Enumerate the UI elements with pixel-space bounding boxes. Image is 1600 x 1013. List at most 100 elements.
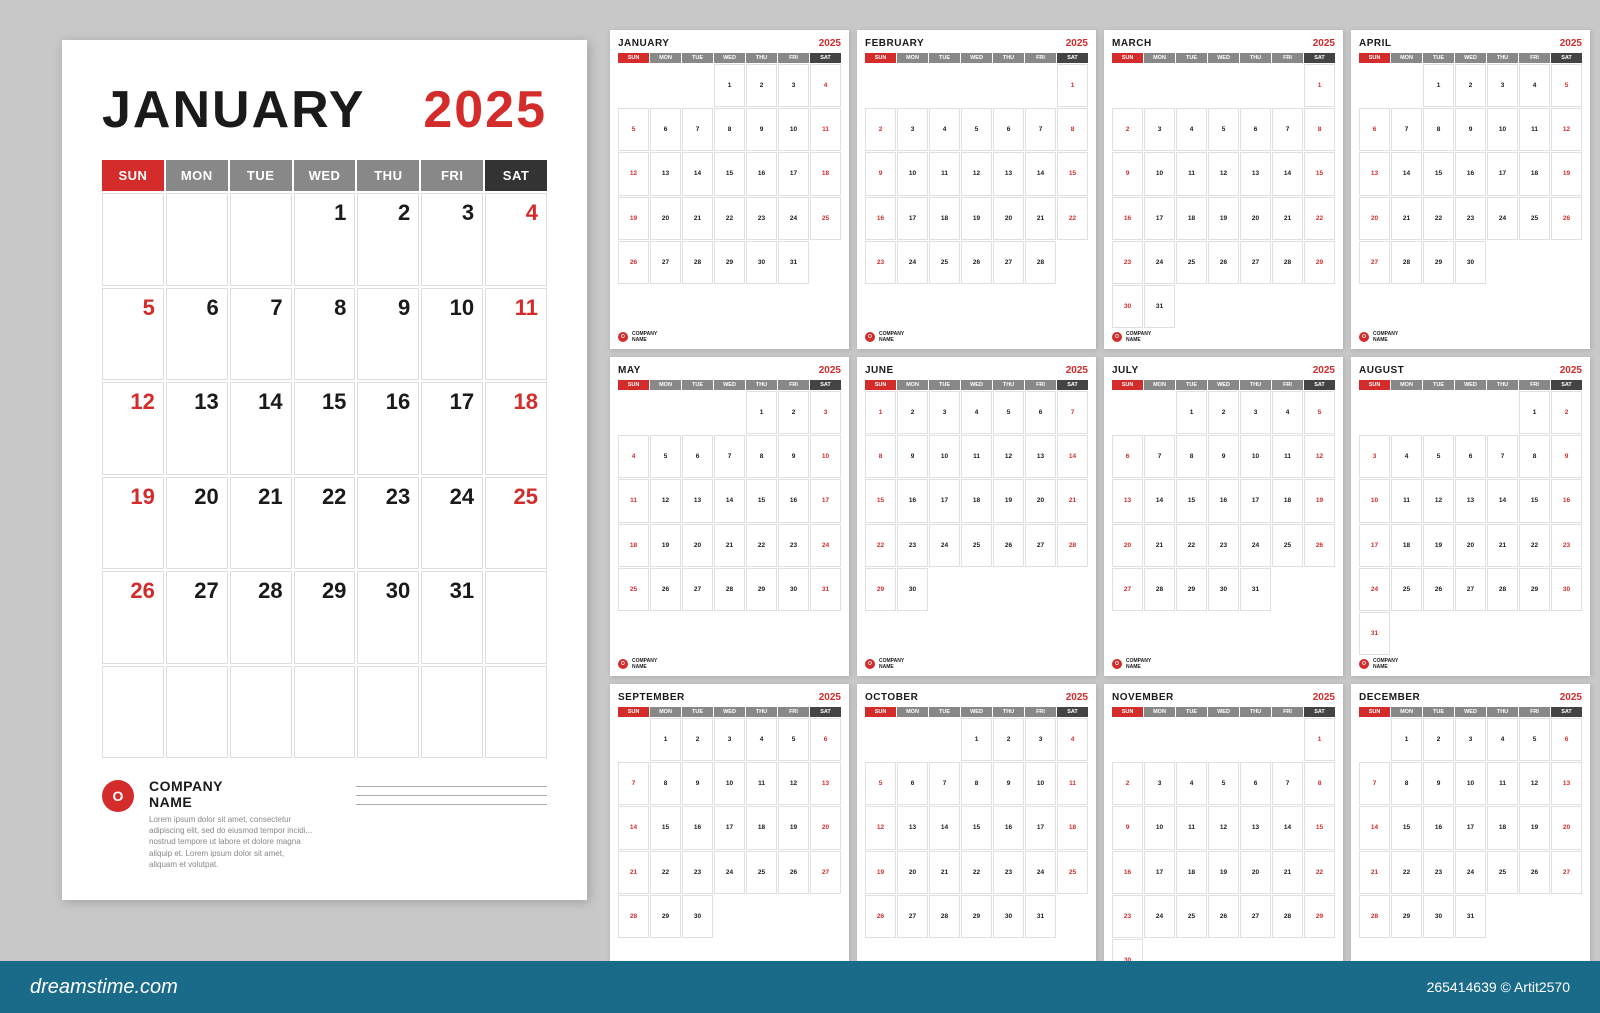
calendar-day: 8 xyxy=(294,288,356,381)
sm-day: 3 xyxy=(1144,108,1175,151)
calendar-day: 2 xyxy=(357,193,419,286)
sm-day: 16 xyxy=(1455,152,1486,195)
sm-day xyxy=(1057,241,1088,284)
sm-company-logo: O xyxy=(1112,659,1122,669)
sm-day: 14 xyxy=(682,152,713,195)
sm-day: 24 xyxy=(1359,568,1390,611)
sm-day: 31 xyxy=(1455,895,1486,938)
sm-day: 15 xyxy=(1304,806,1335,849)
sm-day-header: SUN xyxy=(1112,380,1143,390)
sm-day xyxy=(865,718,896,761)
sm-header: APRIL2025 xyxy=(1359,38,1582,49)
sm-day: 1 xyxy=(1423,64,1454,107)
calendar-day xyxy=(166,193,228,286)
sm-day: 21 xyxy=(929,851,960,894)
sm-day: 21 xyxy=(714,524,745,567)
sm-day: 28 xyxy=(714,568,745,611)
sm-calendar-body: 1234567891011121314151617181920212223242… xyxy=(1112,64,1335,328)
sm-day: 20 xyxy=(1551,806,1582,849)
sm-day-headers: SUNMONTUEWEDTHUFRISAT xyxy=(865,707,1088,717)
calendar-day: 10 xyxy=(421,288,483,381)
sm-day: 23 xyxy=(1208,524,1239,567)
sm-day xyxy=(1391,391,1422,434)
sm-company-logo: O xyxy=(865,332,875,342)
sm-day: 8 xyxy=(1519,435,1550,478)
sm-day: 19 xyxy=(1519,806,1550,849)
calendar-day: 31 xyxy=(421,571,483,664)
sm-day: 23 xyxy=(865,241,896,284)
calendar-day: 16 xyxy=(357,382,419,475)
sm-day: 22 xyxy=(650,851,681,894)
calendar-day: 15 xyxy=(294,382,356,475)
sm-day xyxy=(1144,612,1175,655)
sm-day xyxy=(1025,568,1056,611)
sm-day: 8 xyxy=(1304,108,1335,151)
sm-day: 25 xyxy=(1519,197,1550,240)
sm-day xyxy=(1272,568,1303,611)
sm-day: 26 xyxy=(618,241,649,284)
sm-day-header: WED xyxy=(714,707,745,717)
sm-day-header: FRI xyxy=(1272,380,1303,390)
sm-company-name: COMPANYNAME xyxy=(1126,331,1151,343)
sm-day: 9 xyxy=(1208,435,1239,478)
sm-day: 2 xyxy=(1112,762,1143,805)
sm-day: 23 xyxy=(1455,197,1486,240)
sm-day: 28 xyxy=(618,895,649,938)
sm-day xyxy=(1240,718,1271,761)
sm-calendar-body: 1234567891011121314151617181920212223242… xyxy=(865,64,1088,328)
sm-day xyxy=(1176,64,1207,107)
sm-day: 21 xyxy=(1487,524,1518,567)
sm-day: 25 xyxy=(1057,851,1088,894)
sm-calendar-body: 1234567891011121314151617181920212223242… xyxy=(618,391,841,655)
sm-day: 9 xyxy=(1112,152,1143,195)
sm-header: JUNE2025 xyxy=(865,365,1088,376)
sm-day: 10 xyxy=(897,152,928,195)
sm-day: 26 xyxy=(1551,197,1582,240)
sm-day xyxy=(961,285,992,328)
header-thu: THU xyxy=(357,160,419,191)
sm-day: 23 xyxy=(682,851,713,894)
sm-day: 27 xyxy=(993,241,1024,284)
sm-day-header: MON xyxy=(897,707,928,717)
sm-day-header: MON xyxy=(1144,707,1175,717)
sm-day xyxy=(1025,612,1056,655)
sm-day-header: TUE xyxy=(1423,380,1454,390)
sm-day-header: SUN xyxy=(865,380,896,390)
sm-day: 22 xyxy=(1176,524,1207,567)
small-calendar-october: OCTOBER2025SUNMONTUEWEDTHUFRISAT12345678… xyxy=(857,684,1096,1003)
sm-day: 28 xyxy=(1391,241,1422,284)
sm-day-header: TUE xyxy=(929,707,960,717)
sm-day: 21 xyxy=(1391,197,1422,240)
company-desc: Lorem ipsum dolor sit amet, consectetura… xyxy=(149,814,341,870)
sm-year: 2025 xyxy=(1560,38,1582,49)
sm-day: 19 xyxy=(961,197,992,240)
sm-day: 23 xyxy=(897,524,928,567)
company-name: COMPANYNAME xyxy=(149,778,341,810)
sm-day xyxy=(993,64,1024,107)
sm-day xyxy=(961,64,992,107)
sm-day: 18 xyxy=(1519,152,1550,195)
sm-day xyxy=(1057,285,1088,328)
main-calendar-grid: SUN MON TUE WED THU FRI SAT 123456789101… xyxy=(102,160,547,758)
sm-day-headers: SUNMONTUEWEDTHUFRISAT xyxy=(1112,380,1335,390)
sm-day xyxy=(1176,718,1207,761)
sm-day-header: TUE xyxy=(1423,53,1454,63)
sm-day: 26 xyxy=(650,568,681,611)
sm-day: 20 xyxy=(810,806,841,849)
sm-day: 13 xyxy=(1112,479,1143,522)
calendar-day: 28 xyxy=(230,571,292,664)
sm-day: 20 xyxy=(993,197,1024,240)
sm-day: 3 xyxy=(778,64,809,107)
calendar-day: 17 xyxy=(421,382,483,475)
sm-day: 24 xyxy=(1455,851,1486,894)
calendar-day xyxy=(230,666,292,759)
sm-footer: OCOMPANYNAME xyxy=(1112,658,1335,670)
sm-day-headers: SUNMONTUEWEDTHUFRISAT xyxy=(1359,380,1582,390)
sm-day: 11 xyxy=(1176,152,1207,195)
sm-day: 25 xyxy=(746,851,777,894)
sm-day: 2 xyxy=(1423,718,1454,761)
calendar-day: 3 xyxy=(421,193,483,286)
sm-day: 12 xyxy=(778,762,809,805)
sm-month: MAY xyxy=(618,365,641,376)
sm-calendar-body: 1234567891011121314151617181920212223242… xyxy=(618,718,841,982)
